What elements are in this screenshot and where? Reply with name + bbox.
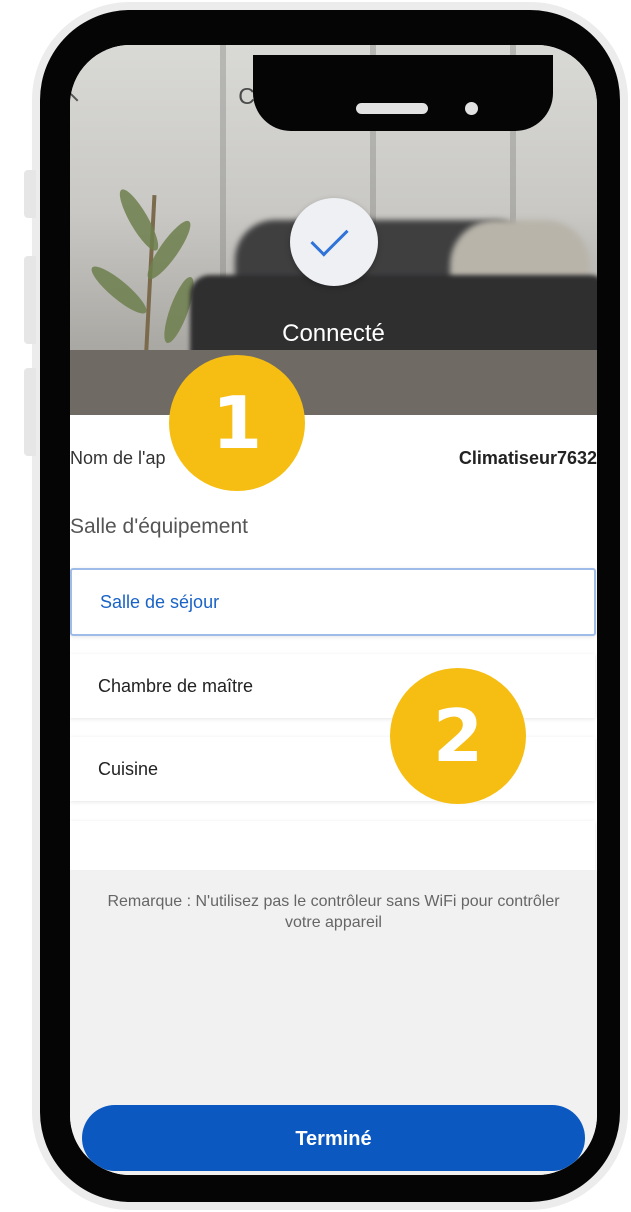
front-camera (465, 102, 478, 115)
device-name-label: Nom de l'ap (70, 448, 166, 468)
phone-side-button-2 (24, 256, 36, 344)
checkmark-icon (310, 218, 349, 257)
speaker-grille (356, 103, 428, 114)
room-option-salle-de-sejour[interactable]: Salle de séjour (70, 568, 596, 636)
connection-status-label: Connecté (282, 320, 385, 347)
wifi-note: Remarque : N'utilisez pas le contrôleur … (107, 893, 560, 931)
room-option-empty[interactable] (70, 821, 595, 871)
device-name-row[interactable]: Nom de l'ap Climatiseur7632 (70, 415, 597, 505)
phone-side-button-3 (24, 368, 36, 456)
phone-notch (253, 55, 553, 131)
annotation-badge-2: 2 (390, 668, 526, 804)
device-name-value: Climatiseur7632 (458, 448, 597, 468)
room-option-label: Cuisine (98, 759, 159, 779)
room-option-label: Salle de séjour (100, 592, 220, 612)
room-section-title: Salle d'équipement (70, 515, 248, 538)
done-button[interactable]: Terminé (82, 1105, 585, 1171)
connection-status-badge (290, 198, 378, 286)
app-screen: Connexion réussie Connecté Nom de l'ap C… (70, 45, 597, 1175)
room-option-label: Chambre de maître (98, 676, 254, 696)
phone-side-button-1 (24, 170, 36, 218)
annotation-badge-1: 1 (169, 355, 305, 491)
